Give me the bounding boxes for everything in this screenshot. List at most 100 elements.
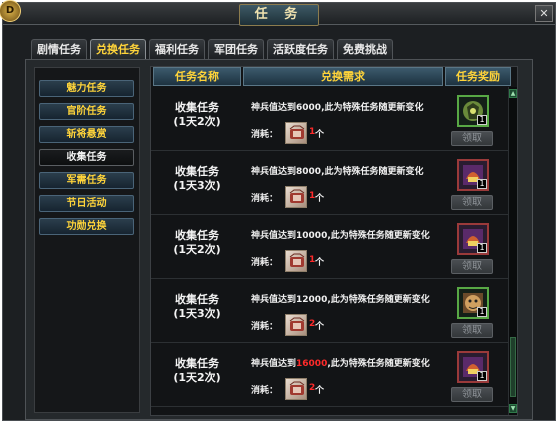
tab-1[interactable]: 兑换任务 — [90, 39, 146, 59]
task-frequency: (1天3次) — [173, 179, 221, 192]
claim-button[interactable]: 领取 — [451, 195, 493, 210]
requirement-suffix: ,此为特殊任务随更新变化 — [327, 231, 430, 241]
tab-0[interactable]: 剧情任务 — [31, 39, 87, 59]
requirement-suffix: ,此为特殊任务随更新变化 — [321, 167, 424, 177]
scroll-thumb[interactable] — [510, 337, 516, 397]
task-name: 收集任务 (1天3次) — [151, 293, 243, 321]
task-title: 收集任务 — [175, 357, 219, 370]
task-name: 收集任务 (1天2次) — [151, 357, 243, 385]
content-panel: 魅力任务 官阶任务 斩将悬赏 收集任务 军需任务 节日活动 功勋兑换 任务名称 兑换需求 任… — [25, 59, 533, 420]
claim-button[interactable]: 领取 — [451, 323, 493, 338]
consume-label: 消耗： — [251, 386, 279, 396]
sidebar-item-3[interactable]: 收集任务 — [39, 149, 134, 166]
reward-count: 1 — [477, 307, 487, 317]
claim-button[interactable]: 领取 — [451, 387, 493, 402]
task-frequency: (1天2次) — [173, 115, 221, 128]
consume-label: 消耗： — [251, 194, 279, 204]
reward-count: 1 — [477, 243, 487, 253]
requirement-suffix: ,此为特殊任务随更新变化 — [327, 295, 430, 305]
task-title: 收集任务 — [175, 101, 219, 114]
sidebar-item-6[interactable]: 功勋兑换 — [39, 218, 134, 235]
helmet-icon[interactable]: 1 — [457, 223, 489, 255]
requirement-suffix: ,此为特殊任务随更新变化 — [321, 103, 424, 113]
task-table: 任务名称 兑换需求 任务奖励 收集任务 (1天2次) 神兵值达到6000,此为特殊任… — [150, 66, 518, 416]
requirement-prefix: 神兵值达到 — [251, 103, 297, 113]
sidebar-item-1[interactable]: 官阶任务 — [39, 103, 134, 120]
consume-unit: 个 — [315, 194, 325, 204]
requirement-text: 神兵值达到12000,此为特殊任务随更新变化 — [251, 292, 451, 305]
requirement-prefix: 神兵值达到 — [251, 295, 297, 305]
scroll-up-icon[interactable]: ▲ — [509, 89, 517, 98]
table-row: 收集任务 (1天2次) 神兵值达到10000,此为特殊任务随更新变化 消耗： 1 个 1 领取 — [151, 215, 509, 279]
claim-button[interactable]: 领取 — [451, 259, 493, 274]
window-title: 任 务 — [239, 4, 319, 26]
material-item-icon[interactable] — [285, 186, 307, 208]
consume-unit: 个 — [315, 258, 325, 268]
requirement-value: 10000 — [296, 231, 328, 241]
consume-unit: 个 — [315, 322, 325, 332]
requirement-prefix: 神兵值达到 — [251, 167, 297, 177]
sidebar-item-2[interactable]: 斩将悬赏 — [39, 126, 134, 143]
requirement-value: 8000 — [296, 167, 322, 177]
requirement-suffix: ,此为特殊任务随更新变化 — [327, 359, 430, 369]
reward-count: 1 — [477, 115, 487, 125]
table-row: 收集任务 (1天3次) 神兵值达到8000,此为特殊任务随更新变化 消耗： 1 个 1 领取 — [151, 151, 509, 215]
helmet-icon[interactable]: 1 — [457, 351, 489, 383]
tab-2[interactable]: 福利任务 — [149, 39, 205, 59]
consume-label: 消耗： — [251, 258, 279, 268]
task-name: 收集任务 (1天3次) — [151, 165, 243, 193]
task-frequency: (1天3次) — [173, 307, 221, 320]
emblem-icon: D — [0, 0, 21, 22]
consume-label: 消耗： — [251, 130, 279, 140]
task-name: 收集任务 (1天2次) — [151, 101, 243, 129]
close-icon[interactable]: ✕ — [535, 5, 553, 22]
table-header: 任务名称 兑换需求 任务奖励 — [151, 67, 517, 87]
header-requirement: 兑换需求 — [243, 67, 443, 86]
claim-button[interactable]: 领取 — [451, 131, 493, 146]
requirement-value: 12000 — [296, 295, 328, 305]
material-item-icon[interactable] — [285, 314, 307, 336]
table-row: 收集任务 (1天2次) 神兵值达到16000,此为特殊任务随更新变化 消耗： 2 个 1 领取 — [151, 343, 509, 407]
requirement-text: 神兵值达到6000,此为特殊任务随更新变化 — [251, 100, 451, 113]
tab-3[interactable]: 军团任务 — [208, 39, 264, 59]
sidebar-item-0[interactable]: 魅力任务 — [39, 80, 134, 97]
tab-4[interactable]: 活跃度任务 — [267, 39, 334, 59]
scrollbar[interactable]: ▲ ▼ — [508, 87, 517, 415]
requirement-prefix: 神兵值达到 — [251, 231, 297, 241]
requirement-value: 16000 — [296, 359, 328, 369]
consume-unit: 个 — [315, 386, 325, 396]
requirement-text: 神兵值达到8000,此为特殊任务随更新变化 — [251, 164, 451, 177]
consume-unit: 个 — [315, 130, 325, 140]
requirement-value: 6000 — [296, 103, 322, 113]
table-row: 收集任务 (1天3次) 神兵值达到12000,此为特殊任务随更新变化 消耗： 2 个 1 领取 — [151, 279, 509, 343]
task-title: 收集任务 — [175, 229, 219, 242]
task-title: 收集任务 — [175, 293, 219, 306]
task-frequency: (1天2次) — [173, 243, 221, 256]
helmet-icon[interactable]: 1 — [457, 159, 489, 191]
requirement-text: 神兵值达到10000,此为特殊任务随更新变化 — [251, 228, 451, 241]
task-window: D 任 务 ✕ 剧情任务 兑换任务 福利任务 军团任务 活跃度任务 免费挑战 魅力任务官阶… — [0, 0, 556, 421]
task-name: 收集任务 (1天2次) — [151, 229, 243, 257]
header-reward: 任务奖励 — [445, 67, 511, 86]
task-frequency: (1天2次) — [173, 371, 221, 384]
armor-icon[interactable]: 1 — [457, 95, 489, 127]
tab-5[interactable]: 免费挑战 — [337, 39, 393, 59]
header-task-name: 任务名称 — [153, 67, 241, 86]
beast-icon[interactable]: 1 — [457, 287, 489, 319]
sidebar-item-5[interactable]: 节日活动 — [39, 195, 134, 212]
material-item-icon[interactable] — [285, 250, 307, 272]
task-title: 收集任务 — [175, 165, 219, 178]
title-bar[interactable]: D 任 务 ✕ — [0, 0, 555, 26]
reward-count: 1 — [477, 179, 487, 189]
table-row: 收集任务 (1天2次) 神兵值达到6000,此为特殊任务随更新变化 消耗： 1 个 1 领取 — [151, 87, 509, 151]
requirement-text: 神兵值达到16000,此为特殊任务随更新变化 — [251, 356, 451, 369]
sidebar: 魅力任务官阶任务斩将悬赏收集任务军需任务节日活动功勋兑换 — [34, 67, 140, 413]
material-item-icon[interactable] — [285, 378, 307, 400]
sidebar-item-4[interactable]: 军需任务 — [39, 172, 134, 189]
scroll-down-icon[interactable]: ▼ — [509, 404, 517, 413]
material-item-icon[interactable] — [285, 122, 307, 144]
consume-label: 消耗： — [251, 322, 279, 332]
tab-bar: 剧情任务 兑换任务 福利任务 军团任务 活跃度任务 免费挑战 — [31, 39, 396, 59]
requirement-prefix: 神兵值达到 — [251, 359, 297, 369]
reward-count: 1 — [477, 371, 487, 381]
